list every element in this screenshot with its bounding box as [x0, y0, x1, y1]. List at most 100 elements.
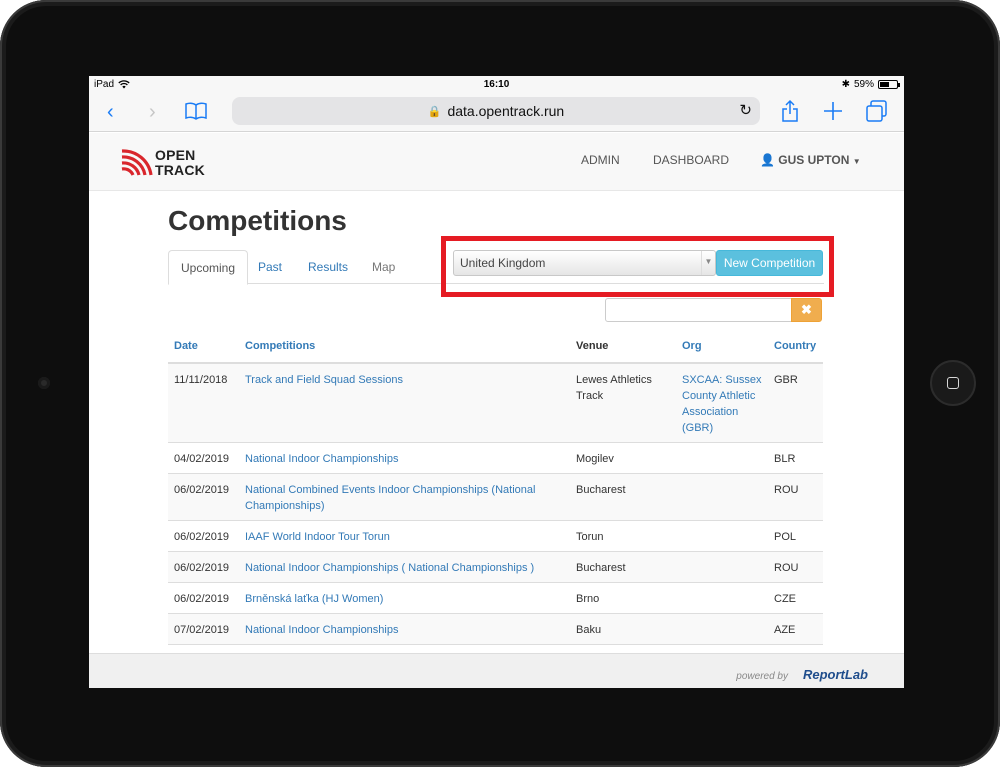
header-date[interactable]: Date: [168, 327, 239, 364]
cell-country: CZE: [774, 593, 796, 605]
table-row: 06/02/2019 National Combined Events Indoo…: [168, 473, 823, 521]
tab-past[interactable]: Past: [246, 250, 294, 284]
home-button[interactable]: [930, 360, 976, 406]
cell-date: 06/02/2019: [174, 562, 230, 574]
cell-venue: Brno: [570, 582, 676, 614]
logo-word-track: TRACK: [155, 162, 205, 178]
user-name: GUS UPTON: [778, 153, 850, 167]
cell-org: [676, 473, 768, 521]
nav-dashboard[interactable]: DASHBOARD: [653, 153, 729, 167]
cell-competition-link[interactable]: National Indoor Championships: [245, 624, 398, 636]
cell-org: [676, 551, 768, 583]
cell-venue: Mogilev: [570, 442, 676, 474]
cell-venue: Torun: [570, 520, 676, 552]
header-country[interactable]: Country: [768, 327, 823, 364]
clock: 16:10: [483, 79, 510, 90]
table-row: 06/02/2019 Brněnská laťka (HJ Women) Brno C…: [168, 582, 823, 614]
new-competition-button[interactable]: New Competition: [716, 250, 823, 276]
cell-country: CZE: [768, 582, 823, 614]
cell-country: POL: [774, 531, 797, 543]
cell-country: ROU: [768, 551, 823, 583]
country-select-value: United Kingdom: [460, 256, 546, 270]
cell-country: ROU: [774, 562, 799, 574]
battery-percent: 59%: [853, 79, 874, 90]
cell-venue: Torun: [576, 531, 604, 543]
cell-country: BLR: [768, 442, 823, 474]
cell-competition-link[interactable]: National Combined Events Indoor Champion…: [245, 484, 535, 512]
cell-date: 06/02/2019: [168, 520, 239, 552]
country-select[interactable]: United Kingdom ▼: [453, 250, 716, 276]
caret-down-icon: ▼: [852, 157, 861, 166]
header-org[interactable]: Org: [676, 327, 768, 364]
footer: powered by ReportLab: [89, 653, 904, 688]
forward-icon[interactable]: ›: [149, 100, 156, 124]
cell-country: AZE: [774, 624, 796, 636]
tab-results[interactable]: Results: [296, 250, 360, 284]
header-venue: Venue: [570, 327, 676, 364]
cell-competition: Track and Field Squad Sessions: [239, 363, 570, 443]
cell-competition-link[interactable]: Brněnská laťka (HJ Women): [245, 593, 383, 605]
address-bar[interactable]: 🔒 data.opentrack.run ↻: [232, 97, 760, 125]
cell-country: GBR: [768, 363, 823, 443]
cell-org: [676, 582, 768, 614]
cell-date: 04/02/2019: [168, 442, 239, 474]
competitions-table: Date Competitions Venue Org Country 11/1…: [168, 327, 823, 676]
clear-search-button[interactable]: ✖: [791, 298, 822, 322]
url-text: data.opentrack.run: [447, 103, 565, 119]
bluetooth-icon: ✱: [841, 79, 850, 90]
cell-date: 06/02/2019: [168, 473, 239, 521]
cell-date: 11/11/2018: [168, 363, 239, 443]
bookmarks-icon[interactable]: [185, 102, 207, 120]
share-icon[interactable]: [781, 99, 799, 123]
cell-competition: Brněnská laťka (HJ Women): [239, 582, 570, 614]
cell-venue: Lewes Athletics Track: [570, 363, 676, 443]
cell-competition: National Indoor Championships: [239, 613, 570, 645]
cell-country: ROU: [774, 484, 799, 496]
cell-venue: Baku: [576, 624, 602, 636]
cell-date: 06/02/2019: [174, 531, 230, 543]
tab-upcoming[interactable]: Upcoming: [168, 250, 249, 285]
cell-venue: Lewes Athletics Track: [576, 374, 652, 402]
cell-org: [676, 613, 768, 645]
page-title: Competitions: [168, 205, 347, 236]
back-icon[interactable]: ‹: [107, 100, 114, 124]
cell-date: 07/02/2019: [174, 624, 230, 636]
nav-admin[interactable]: ADMIN: [581, 153, 620, 167]
tab-map[interactable]: Map: [360, 250, 407, 284]
cell-org-link[interactable]: SXCAA: Sussex County Athletic Associatio…: [682, 374, 761, 434]
cell-country: BLR: [774, 453, 796, 465]
cell-competition-link[interactable]: National Indoor Championships ( National…: [245, 562, 534, 574]
cell-date: 06/02/2019: [168, 551, 239, 583]
site-header: OPEN TRACK ADMIN DASHBOARD 👤 GUS UPTON ▼: [89, 133, 904, 191]
cell-competition-link[interactable]: Track and Field Squad Sessions: [245, 374, 403, 386]
search-input[interactable]: [605, 298, 792, 322]
battery-fill: [880, 82, 890, 87]
reportlab-logo[interactable]: ReportLab: [803, 667, 868, 682]
cell-org: SXCAA: Sussex County Athletic Associatio…: [676, 363, 768, 443]
cell-competition: IAAF World Indoor Tour Torun: [239, 520, 570, 552]
new-tab-icon[interactable]: [823, 101, 843, 121]
browser-toolbar: ‹ › 🔒 data.opentrack.run ↻: [89, 94, 904, 132]
cell-venue: Baku: [570, 613, 676, 645]
reload-icon[interactable]: ↻: [739, 101, 752, 119]
table-row: 06/02/2019 IAAF World Indoor Tour Torun To…: [168, 520, 823, 552]
cell-competition-link[interactable]: National Indoor Championships: [245, 453, 398, 465]
cell-venue: Bucharest: [576, 562, 626, 574]
cell-date: 06/02/2019: [174, 484, 230, 496]
tabs-icon[interactable]: [866, 100, 888, 122]
user-menu[interactable]: 👤 GUS UPTON ▼: [760, 153, 861, 167]
cell-org: [676, 520, 768, 552]
table-row: 06/02/2019 National Indoor Championships …: [168, 551, 823, 583]
table-row: 07/02/2019 National Indoor Championships B…: [168, 613, 823, 645]
cell-country: GBR: [774, 374, 798, 386]
cell-competition-link[interactable]: IAAF World Indoor Tour Torun: [245, 531, 390, 543]
dropdown-arrow-icon: ▼: [701, 251, 715, 275]
cell-country: POL: [768, 520, 823, 552]
battery-icon: [878, 80, 900, 89]
screen: iPad 16:10 ✱ 59% ‹ › 🔒 data.opentrack.ru…: [89, 76, 904, 688]
header-competitions[interactable]: Competitions: [239, 327, 570, 364]
cell-date: 06/02/2019: [168, 582, 239, 614]
cell-date: 06/02/2019: [174, 593, 230, 605]
opentrack-logo[interactable]: OPEN TRACK: [121, 147, 211, 179]
cell-venue: Bucharest: [576, 484, 626, 496]
